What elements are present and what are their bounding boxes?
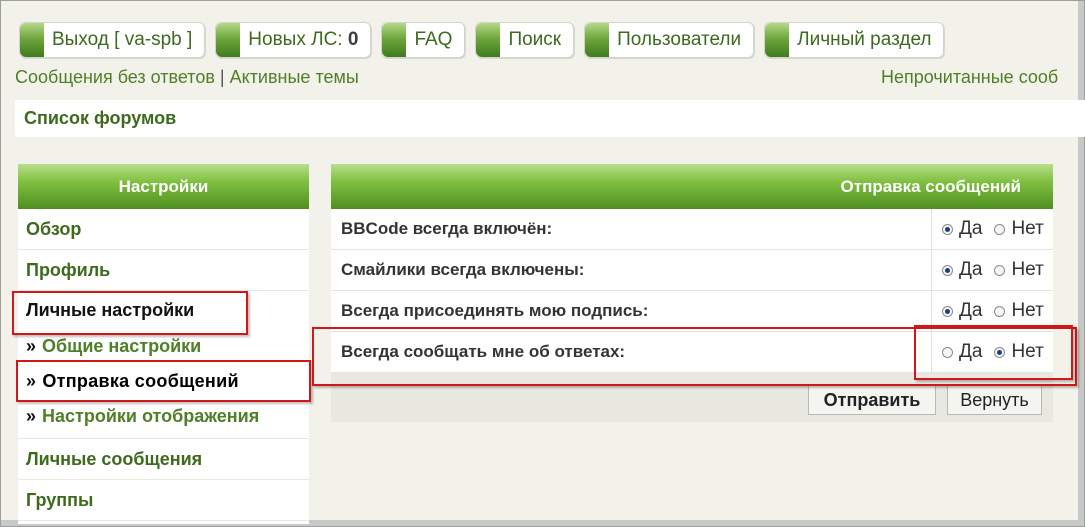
logout-label: Выход [ va-spb ]	[52, 29, 193, 50]
setting-row-signature: Всегда присоединять мою подпись: Да Нет	[331, 291, 1053, 332]
users-button[interactable]: Пользователи	[584, 22, 755, 58]
setting-row-bbcode: BBCode всегда включён: Да Нет	[331, 209, 1053, 250]
breadcrumb-forum-list[interactable]: Список форумов	[24, 108, 176, 129]
green-tab-icon	[585, 23, 610, 57]
logout-button[interactable]: Выход [ va-spb ]	[19, 22, 206, 58]
setting-row-smilies: Смайлики всегда включены: Да Нет	[331, 250, 1053, 291]
faq-label: FAQ	[414, 29, 453, 50]
reset-button[interactable]: Вернуть	[947, 385, 1042, 415]
posting-settings-panel: Отправка сообщений BBCode всегда включён…	[331, 164, 1053, 422]
radio-label: Нет	[1011, 218, 1044, 239]
link-active-topics[interactable]: Активные темы	[230, 67, 359, 87]
radio-no[interactable]: Нет	[994, 300, 1044, 322]
green-tab-icon	[382, 23, 407, 57]
search-label: Поиск	[508, 29, 562, 50]
radio-checked-icon	[942, 305, 953, 317]
faq-button[interactable]: FAQ	[381, 22, 466, 58]
radio-no[interactable]: Нет	[994, 259, 1044, 281]
sidebar-item-groups[interactable]: Группы	[18, 480, 309, 521]
sidebar-subitem-label: Настройки отображения	[42, 406, 260, 426]
link-unread[interactable]: Непрочитанные сооб	[881, 67, 1058, 88]
radio-label: Нет	[1011, 259, 1044, 280]
sidebar-personal-settings: Личные настройки » Общие настройки » Отп…	[18, 291, 309, 439]
sidebar-subitem-general[interactable]: » Общие настройки	[26, 329, 309, 364]
radio-checked-icon	[942, 223, 953, 235]
search-button[interactable]: Поиск	[475, 22, 575, 58]
setting-options: Да Нет	[932, 332, 1053, 372]
sidebar-subitem-posting[interactable]: » Отправка сообщений	[26, 364, 309, 399]
arrow-icon: »	[26, 336, 37, 356]
sidebar-item-private-messages[interactable]: Личные сообщения	[18, 439, 309, 480]
panel-title: Отправка сообщений	[331, 164, 1053, 209]
personal-section-button[interactable]: Личный раздел	[764, 22, 945, 58]
green-tab-icon	[476, 23, 501, 57]
setting-options: Да Нет	[932, 291, 1053, 331]
setting-options: Да Нет	[932, 250, 1053, 290]
radio-unchecked-icon	[994, 223, 1006, 235]
radio-label: Да	[959, 218, 983, 239]
new-pm-label: Новых ЛС:	[248, 29, 343, 50]
radio-label: Да	[959, 341, 983, 362]
setting-label: Смайлики всегда включены:	[331, 250, 932, 290]
frame-shadow-right	[1078, 1, 1084, 526]
sidebar-header[interactable]: Настройки	[18, 164, 309, 209]
setting-label: Всегда присоединять мою подпись:	[331, 291, 932, 331]
radio-yes[interactable]: Да	[942, 300, 982, 322]
link-separator: |	[219, 67, 225, 87]
radio-yes[interactable]: Да	[942, 259, 982, 281]
form-buttons: Отправить Вернуть	[331, 383, 1053, 419]
radio-checked-icon	[994, 346, 1006, 358]
radio-no[interactable]: Нет	[994, 341, 1044, 363]
breadcrumb: Список форумов	[15, 100, 1085, 137]
radio-label: Да	[959, 259, 983, 280]
submit-button[interactable]: Отправить	[808, 385, 936, 415]
green-tab-icon	[765, 23, 790, 57]
green-tab-icon	[216, 23, 241, 57]
radio-yes[interactable]: Да	[942, 341, 982, 363]
green-tab-icon	[20, 23, 44, 57]
radio-checked-icon	[942, 264, 953, 276]
radio-label: Да	[959, 300, 983, 321]
link-no-replies[interactable]: Сообщения без ответов	[15, 67, 215, 87]
radio-yes[interactable]: Да	[942, 218, 982, 240]
sidebar-subitem-display[interactable]: » Настройки отображения	[26, 399, 309, 434]
top-navigation: Выход [ va-spb ] Новых ЛС: 0 FAQ Поиск П…	[19, 22, 945, 58]
radio-no[interactable]: Нет	[994, 218, 1044, 240]
new-pm-button[interactable]: Новых ЛС: 0	[215, 22, 372, 58]
setting-label: Всегда сообщать мне об ответах:	[331, 332, 932, 372]
radio-label: Нет	[1011, 300, 1044, 321]
sidebar-item-overview[interactable]: Обзор	[18, 209, 309, 250]
settings-sidebar: Настройки Обзор Профиль Личные настройки…	[18, 164, 309, 524]
sidebar-item-profile[interactable]: Профиль	[18, 250, 309, 291]
sidebar-subitem-label: Общие настройки	[42, 336, 202, 356]
setting-label: BBCode всегда включён:	[331, 209, 932, 249]
sidebar-subitem-label: Отправка сообщений	[42, 371, 239, 391]
radio-unchecked-icon	[942, 346, 953, 358]
radio-unchecked-icon	[994, 264, 1006, 276]
radio-label: Нет	[1011, 341, 1044, 362]
users-label: Пользователи	[617, 29, 742, 50]
personal-section-label: Личный раздел	[797, 29, 932, 50]
sidebar-item-personal-settings[interactable]: Личные настройки	[26, 291, 309, 329]
setting-options: Да Нет	[932, 209, 1053, 249]
new-pm-count: 0	[347, 29, 359, 50]
setting-row-notify: Всегда сообщать мне об ответах: Да Нет	[331, 332, 1053, 373]
quick-links: Сообщения без ответов | Активные темы	[15, 67, 359, 88]
radio-unchecked-icon	[994, 305, 1006, 317]
arrow-icon: »	[26, 406, 37, 426]
arrow-icon: »	[26, 371, 37, 391]
